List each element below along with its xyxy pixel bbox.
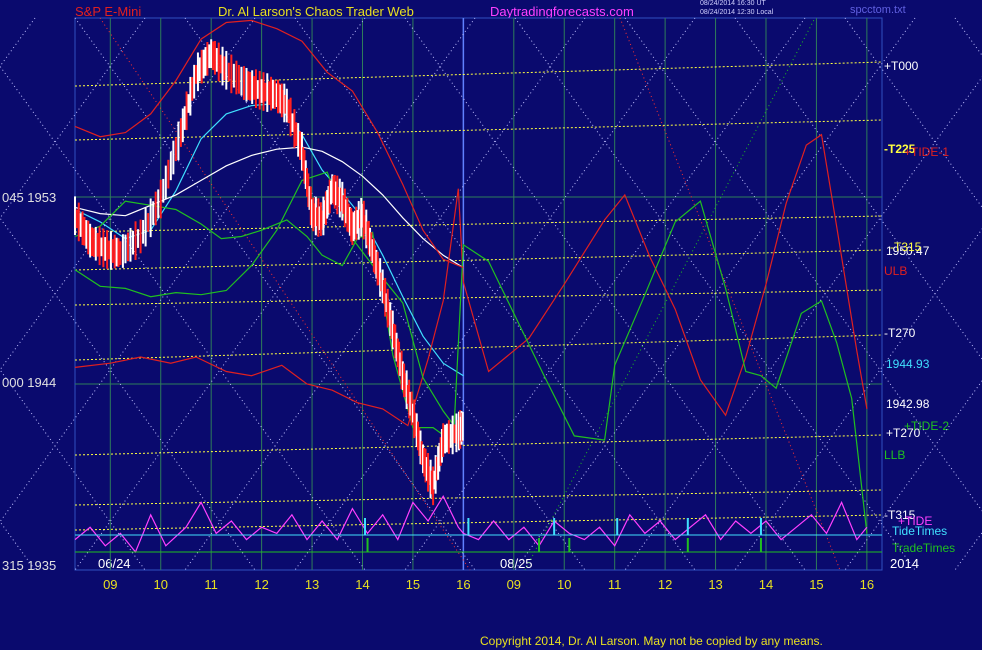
gann-diagonal-up bbox=[0, 17, 36, 68]
gann-horizontal bbox=[74, 249, 883, 271]
gann-diagonal-up bbox=[954, 531, 982, 571]
gann-diagonal-down bbox=[954, 17, 982, 57]
x-tick-label: 13 bbox=[708, 577, 722, 592]
gann-diagonal-down bbox=[0, 520, 36, 571]
gann-diagonal-up bbox=[844, 380, 982, 571]
x-tick-label: 10 bbox=[557, 577, 571, 592]
series-line-ulb bbox=[74, 133, 868, 427]
gann-horizontal bbox=[74, 434, 883, 456]
gann-horizontal bbox=[74, 215, 883, 233]
x-tick-label: 09 bbox=[103, 577, 117, 592]
gann-diagonal-down bbox=[624, 17, 982, 512]
price-chart: 09 10 11 12 13 14 15 16 09 10 11 12 13 14 15 16 bbox=[0, 17, 982, 592]
green-diagonal bbox=[524, 17, 816, 571]
x-tick-label: 15 bbox=[809, 577, 823, 592]
red-diagonal bbox=[619, 17, 841, 571]
x-tick-label: 12 bbox=[658, 577, 672, 592]
x-tick-label: 16 bbox=[860, 577, 874, 592]
x-tick-label: 14 bbox=[355, 577, 369, 592]
series-line-red-envelope-upper bbox=[74, 19, 464, 269]
x-tick-label: 09 bbox=[507, 577, 521, 592]
gann-diagonal-up bbox=[624, 76, 982, 571]
gann-horizontal bbox=[74, 489, 883, 506]
gann-diagonal-up bbox=[0, 17, 146, 219]
gann-diagonal-down bbox=[734, 17, 982, 360]
x-tick-label: 16 bbox=[456, 577, 470, 592]
gann-diagonal-down bbox=[844, 17, 982, 208]
x-tick-label: 10 bbox=[154, 577, 168, 592]
tide-indicator-line bbox=[74, 494, 868, 554]
x-tick-label: 12 bbox=[254, 577, 268, 592]
x-tick-label: 15 bbox=[406, 577, 420, 592]
gann-horizontal bbox=[74, 119, 883, 141]
gann-diagonal-down bbox=[0, 369, 146, 571]
series-line-llb bbox=[74, 200, 868, 534]
gann-diagonal-down bbox=[0, 217, 256, 571]
x-tick-label: 14 bbox=[759, 577, 773, 592]
x-tick-label: 11 bbox=[204, 577, 218, 592]
gann-diagonal-up bbox=[0, 17, 256, 371]
gann-diagonal-up bbox=[734, 228, 982, 571]
x-tick-label: 11 bbox=[608, 577, 622, 592]
gann-horizontal bbox=[74, 334, 883, 361]
x-tick-label: 13 bbox=[305, 577, 319, 592]
